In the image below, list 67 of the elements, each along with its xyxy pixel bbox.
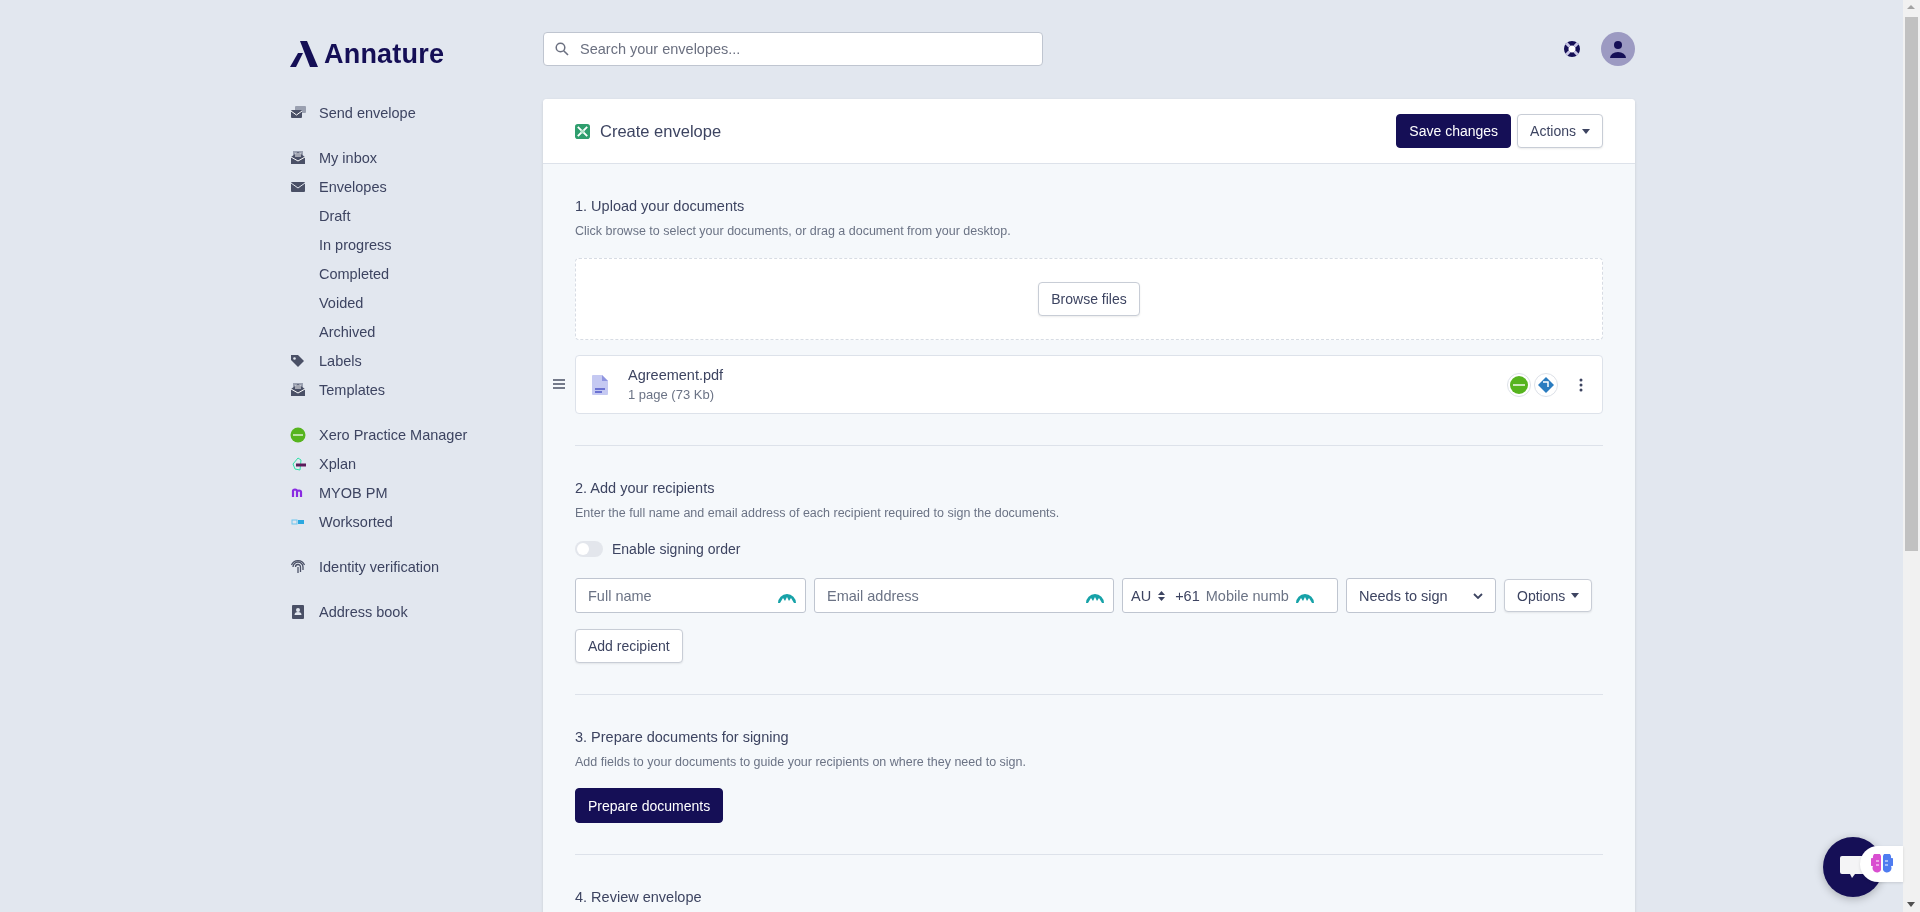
sidebar-link[interactable]: In progress (319, 236, 392, 253)
pdf-file-icon (592, 374, 608, 395)
sidebar-link[interactable]: Templates (319, 381, 386, 398)
role-select[interactable]: Needs to sign (1346, 578, 1496, 613)
full-name-field[interactable]: Full name (575, 578, 806, 613)
section-description: Enter the full name and email address of each recipient required to sign the documents. (575, 505, 1061, 521)
caret-icon (1571, 593, 1580, 598)
sidebar-link[interactable]: Envelopes (319, 178, 387, 195)
kebab-icon (1579, 377, 1583, 392)
help-button[interactable] (1563, 40, 1581, 58)
avatar-button[interactable] (1601, 32, 1635, 66)
open-envelope-icon (290, 381, 306, 398)
section-title: 1. Upload your documents (575, 197, 746, 215)
section-title: 3. Prepare documents for signing (575, 728, 790, 746)
actions-dropdown[interactable]: Actions (1517, 114, 1603, 148)
sort-arrows-icon (1158, 590, 1166, 601)
search-field[interactable]: Search your envelopes... (543, 32, 1043, 66)
logo-icon (290, 41, 318, 67)
file-details: 1 page (73 Kb) (628, 387, 715, 402)
signing-order-toggle[interactable] (575, 541, 603, 557)
diamond-badge-icon (1534, 372, 1558, 397)
drag-handle-icon (553, 379, 565, 389)
sidebar-link[interactable]: Xplan (319, 455, 357, 472)
page-title: Create envelope (600, 121, 722, 141)
section-title: 2. Add your recipients (575, 479, 716, 497)
scrollbar[interactable] (1903, 0, 1920, 912)
browse-files-button[interactable]: Browse files (1038, 282, 1140, 316)
sidebar-link[interactable]: Worksorted (319, 513, 393, 530)
phone-field[interactable]: AU +61 Mobile numb (1122, 578, 1338, 613)
dial-code: +61 (1175, 587, 1200, 604)
open-envelope-icon (290, 149, 306, 166)
country-select[interactable]: AU (1131, 587, 1166, 604)
prepare-documents-button[interactable]: Prepare documents (575, 788, 724, 823)
brand-name: Annature (324, 38, 445, 70)
sidebar-link[interactable]: Labels (319, 352, 362, 369)
envelope-status-icon (575, 123, 590, 139)
sidebar-link[interactable]: Draft (319, 207, 351, 224)
caret-icon (1582, 128, 1590, 134)
file-name: Agreement.pdf (628, 367, 725, 383)
sidebar-link[interactable]: Completed (319, 265, 390, 282)
brain-icon (1870, 854, 1893, 874)
save-button[interactable]: Save changes (1396, 114, 1512, 148)
sidebar-link[interactable]: Archived (319, 323, 376, 340)
section-description: Add fields to your documents to guide your recipients on where they need to sign. (575, 754, 1027, 770)
toggle-label: Enable signing order (612, 541, 741, 557)
section-title: 4. Review envelope (575, 888, 703, 906)
chevron-down-icon (1473, 592, 1483, 599)
sidebar-link[interactable]: Identity verification (319, 558, 440, 575)
address-book-icon (290, 603, 306, 620)
sidebar-link[interactable]: Voided (319, 294, 364, 311)
user-icon (1609, 40, 1627, 58)
envelope-stack-icon (290, 104, 306, 121)
tag-icon (290, 352, 306, 369)
lifebuoy-icon (1563, 40, 1581, 58)
sidebar-link[interactable]: MYOB PM (319, 484, 388, 501)
email-field[interactable]: Email address (814, 578, 1114, 613)
ai-assistant-button[interactable] (1860, 846, 1903, 882)
sidebar-link[interactable]: Xero Practice Manager (319, 426, 468, 443)
add-recipient-button[interactable]: Add recipient (575, 629, 683, 663)
sidebar-link[interactable]: Address book (319, 603, 408, 620)
drop-zone[interactable]: Browse files (575, 258, 1603, 340)
sidebar-link[interactable]: Send envelope (319, 104, 416, 121)
fingerprint-icon (290, 558, 306, 575)
mobile-number-input[interactable]: Mobile numb (1205, 587, 1290, 604)
section-description: Click browse to select your documents, or drag a document from your desktop. (575, 223, 1012, 239)
sidebar-link[interactable]: My inbox (319, 149, 378, 166)
options-dropdown[interactable]: Options (1504, 579, 1593, 612)
